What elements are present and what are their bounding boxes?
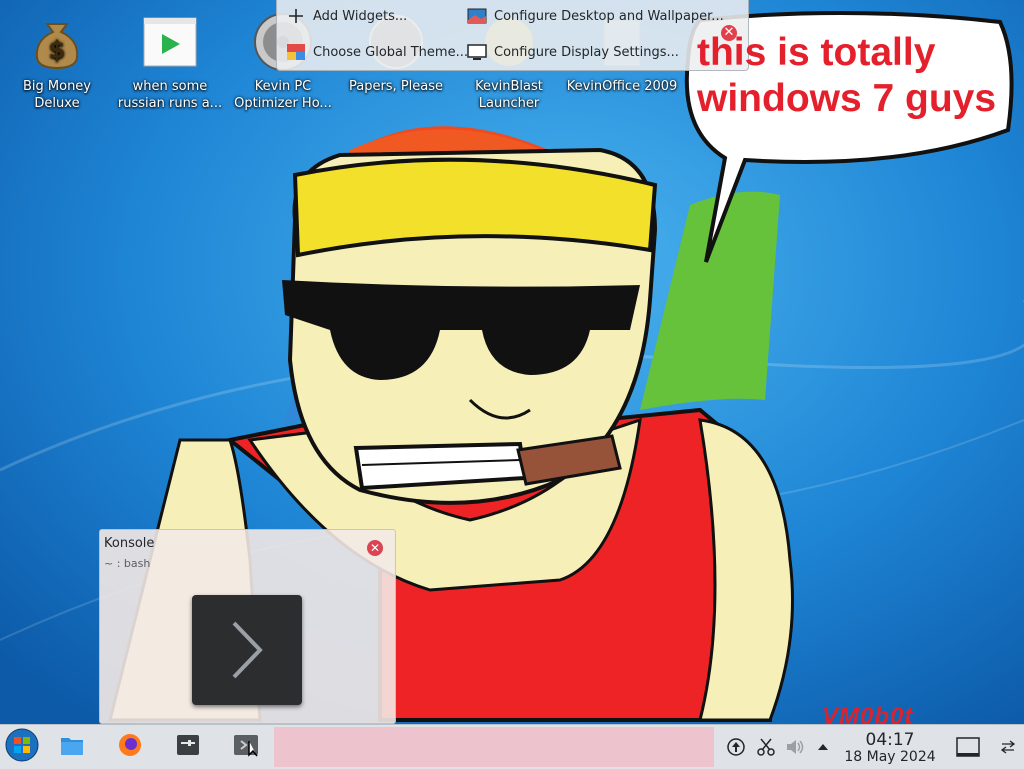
speech-bubble-text: this is totally windows 7 guys (697, 30, 997, 122)
video-player-icon (138, 10, 202, 74)
plus-icon (285, 7, 307, 25)
start-orb-button[interactable] (2, 728, 42, 766)
desktop-icon-label: Big Money Deluxe (22, 79, 91, 111)
file-manager-icon (60, 734, 84, 760)
desktop-icon-label: Papers, Please (348, 79, 444, 94)
konsole-icon (192, 595, 302, 705)
desktop-icon-label: Kevin PC Optimizer Ho... (234, 79, 332, 111)
close-icon[interactable]: ✕ (721, 25, 737, 41)
updates-icon[interactable] (726, 737, 746, 757)
menu-item-choose-global-theme[interactable]: Choose Global Theme... (285, 40, 468, 64)
desktop-icon-label: KevinBlast Launcher (475, 79, 543, 111)
clipboard-scissors-icon[interactable] (756, 737, 776, 757)
clock-time[interactable]: 04:17 (858, 730, 922, 750)
close-window-button[interactable]: ✕ (367, 540, 383, 556)
show-desktop-icon[interactable] (955, 737, 981, 757)
menu-item-label: Add Widgets... (313, 8, 408, 24)
konsole-window-preview[interactable]: Konsole ~ : bash ✕ (99, 529, 396, 724)
display-icon (466, 43, 488, 61)
taskbar-file-manager[interactable] (52, 729, 92, 765)
preview-title: Konsole (104, 536, 155, 551)
menu-item-add-widgets[interactable]: Add Widgets... (285, 4, 407, 28)
menu-item-configure-display-settings[interactable]: Configure Display Settings... (466, 40, 679, 64)
desktop-context-menu: Add Widgets... Choose Global Theme... Co… (276, 0, 749, 71)
menu-item-configure-desktop-wallpaper[interactable]: Configure Desktop and Wallpaper... (466, 4, 724, 28)
taskbar-active-task-highlight (274, 727, 714, 767)
start-orb-icon (5, 728, 39, 766)
desktop-icon-big-money-deluxe[interactable]: $ Big Money Deluxe (0, 8, 114, 112)
clock-date[interactable]: 18 May 2024 (838, 749, 942, 765)
theme-palette-icon (285, 43, 307, 61)
menu-item-label: Configure Display Settings... (494, 44, 679, 60)
menu-item-label: Configure Desktop and Wallpaper... (494, 8, 724, 24)
wallpaper-icon (466, 7, 488, 25)
money-bag-icon: $ (25, 10, 89, 74)
taskbar-firefox[interactable] (110, 729, 150, 765)
panel-settings-icon[interactable] (998, 737, 1018, 757)
menu-item-label: Choose Global Theme... (313, 44, 468, 60)
expand-tray-chevron-icon[interactable] (813, 737, 833, 757)
desktop-icon-label: KevinOffice 2009 (566, 79, 678, 94)
desktop-icon-label: when some russian runs a... (117, 79, 223, 111)
firefox-icon (118, 733, 142, 761)
svg-text:$: $ (49, 36, 66, 64)
desktop-icon-russian-video[interactable]: when some russian runs a... (113, 8, 227, 112)
watermark-text: VM0b0t (822, 703, 914, 730)
speech-bubble-line: this is totally (697, 31, 936, 74)
taskbar-system-settings[interactable] (168, 729, 208, 765)
konsole-icon (233, 733, 259, 761)
system-settings-icon (176, 733, 200, 761)
taskbar-konsole[interactable] (226, 729, 266, 765)
volume-icon[interactable] (785, 737, 805, 757)
speech-bubble-line: windows 7 guys (697, 77, 997, 120)
preview-subtitle: ~ : bash (104, 557, 151, 570)
